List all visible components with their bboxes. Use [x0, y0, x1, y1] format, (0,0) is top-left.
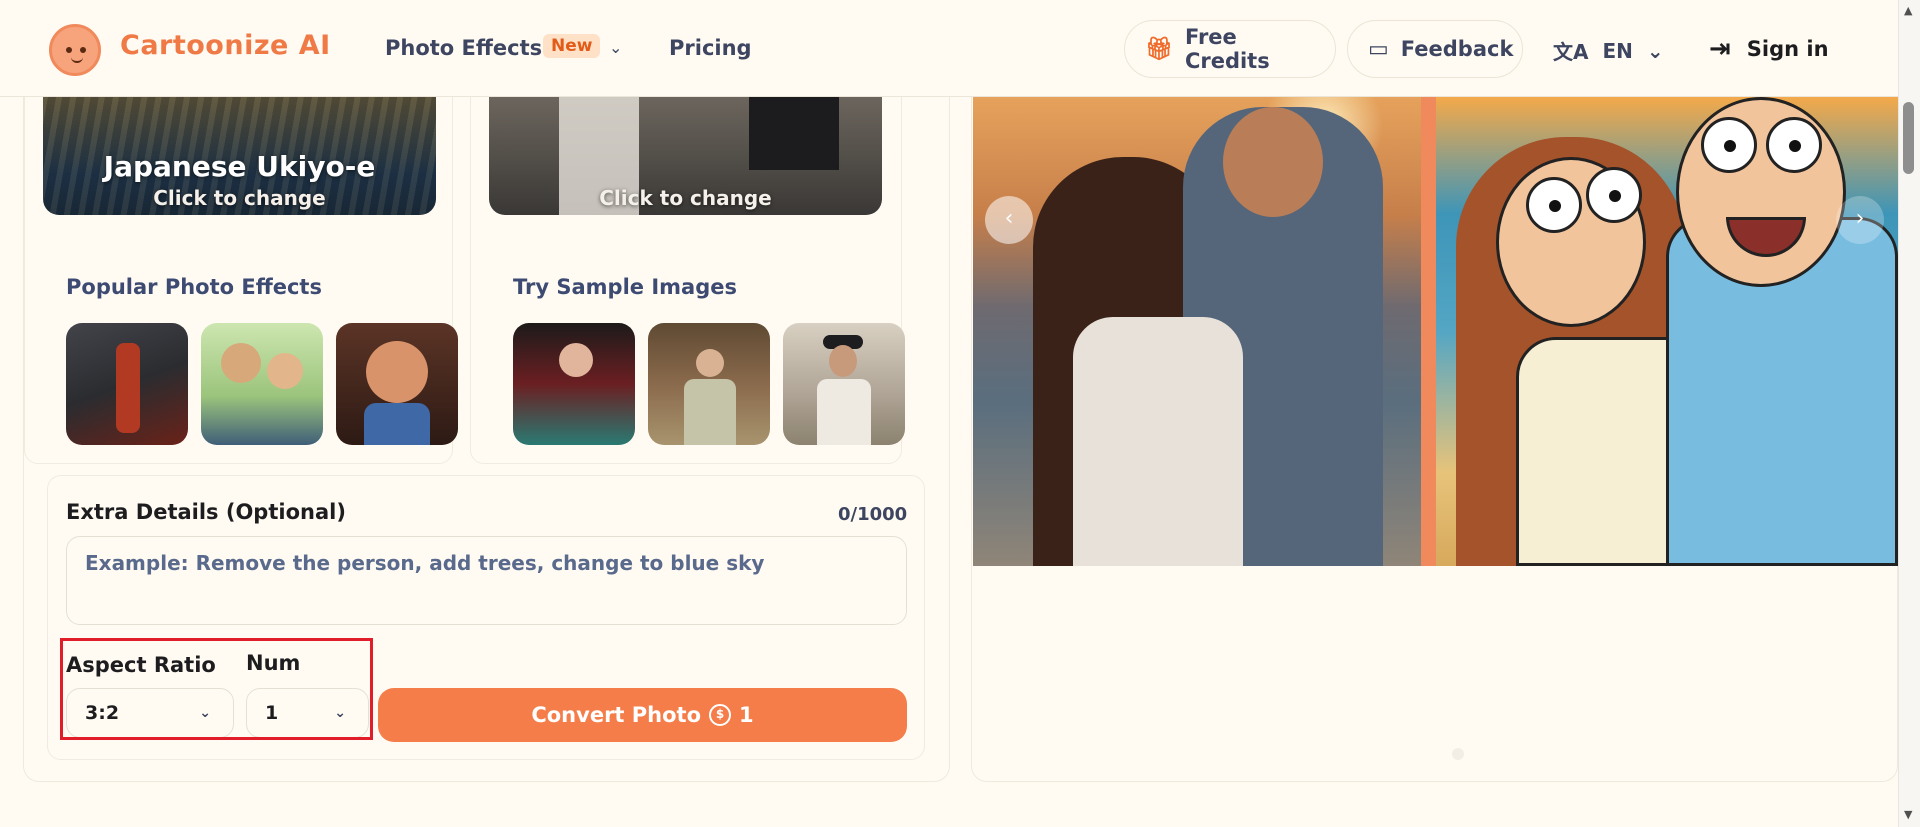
scroll-down-icon[interactable]: ▼ — [1904, 808, 1912, 821]
convert-photo-button[interactable]: Convert Photo $ 1 — [378, 688, 907, 742]
convert-cost: 1 — [739, 703, 754, 727]
sign-in-icon: ⇥ — [1709, 34, 1731, 64]
scrollbar-thumb[interactable] — [1903, 102, 1914, 174]
carousel-prev-icon[interactable]: ‹ — [985, 196, 1033, 244]
extra-details-input[interactable] — [66, 536, 907, 625]
free-credits-label: Free Credits — [1184, 25, 1270, 73]
free-credits-button[interactable]: 🎁︎ Free Credits — [1124, 20, 1336, 78]
nav-pricing[interactable]: Pricing — [669, 36, 752, 60]
num-select[interactable]: 1 ⌄ — [246, 688, 369, 738]
aspect-ratio-label: Aspect Ratio — [66, 653, 216, 677]
num-label: Num — [246, 651, 301, 675]
selected-style-name: Japanese Ukiyo-e — [103, 150, 376, 183]
aspect-ratio-select[interactable]: 3:2 ⌄ — [66, 688, 234, 738]
chat-bubble-icon: ▭ — [1368, 36, 1389, 62]
num-value: 1 — [265, 702, 279, 724]
sample-image-thumbnail[interactable] — [513, 323, 635, 445]
sample-image-thumbnail[interactable] — [783, 323, 905, 445]
character-count: 0/1000 — [838, 504, 908, 525]
chevron-down-icon: ⌄ — [334, 705, 346, 721]
popular-effect-thumbnail[interactable] — [66, 323, 188, 445]
chevron-down-icon[interactable]: ⌄ — [609, 38, 622, 57]
carousel-dot[interactable] — [1452, 748, 1464, 760]
sign-in-button[interactable]: ⇥ Sign in — [1709, 34, 1829, 64]
convert-photo-label: Convert Photo — [531, 703, 702, 727]
aspect-ratio-value: 3:2 — [85, 702, 120, 724]
carousel-next-icon[interactable]: › — [1836, 196, 1884, 244]
before-after-preview-image — [973, 97, 1898, 566]
language-label: EN — [1602, 38, 1633, 63]
nav-photo-effects[interactable]: Photo Effects — [385, 36, 542, 60]
coin-icon: $ — [709, 704, 732, 726]
extra-details-label: Extra Details (Optional) — [66, 500, 346, 524]
new-badge: New — [543, 34, 601, 58]
popular-effect-thumbnail[interactable] — [201, 323, 323, 445]
feedback-button[interactable]: ▭ Feedback — [1347, 20, 1523, 78]
popular-effects-title: Popular Photo Effects — [66, 275, 322, 299]
language-selector[interactable]: 文A EN ⌄ — [1553, 36, 1664, 65]
brand-name[interactable]: Cartoonize AI — [120, 30, 331, 61]
cartoon-face-logo-icon[interactable] — [49, 24, 101, 76]
sample-image-thumbnail[interactable] — [648, 323, 770, 445]
translate-icon: 文A — [1553, 40, 1589, 64]
scroll-up-icon[interactable]: ▲ — [1904, 4, 1912, 17]
chevron-down-icon: ⌄ — [199, 705, 211, 721]
gift-icon: 🎁︎ — [1145, 36, 1173, 62]
click-to-change-label: Click to change — [153, 186, 326, 210]
chevron-down-icon: ⌄ — [1646, 38, 1664, 63]
top-navigation-bar: Cartoonize AI Photo Effects New ⌄ Pricin… — [0, 0, 1898, 97]
popular-effect-thumbnail[interactable] — [336, 323, 458, 445]
sign-in-label: Sign in — [1746, 37, 1829, 61]
sample-images-title: Try Sample Images — [513, 275, 737, 299]
feedback-label: Feedback — [1400, 37, 1514, 61]
click-to-change-label: Click to change — [599, 186, 772, 210]
